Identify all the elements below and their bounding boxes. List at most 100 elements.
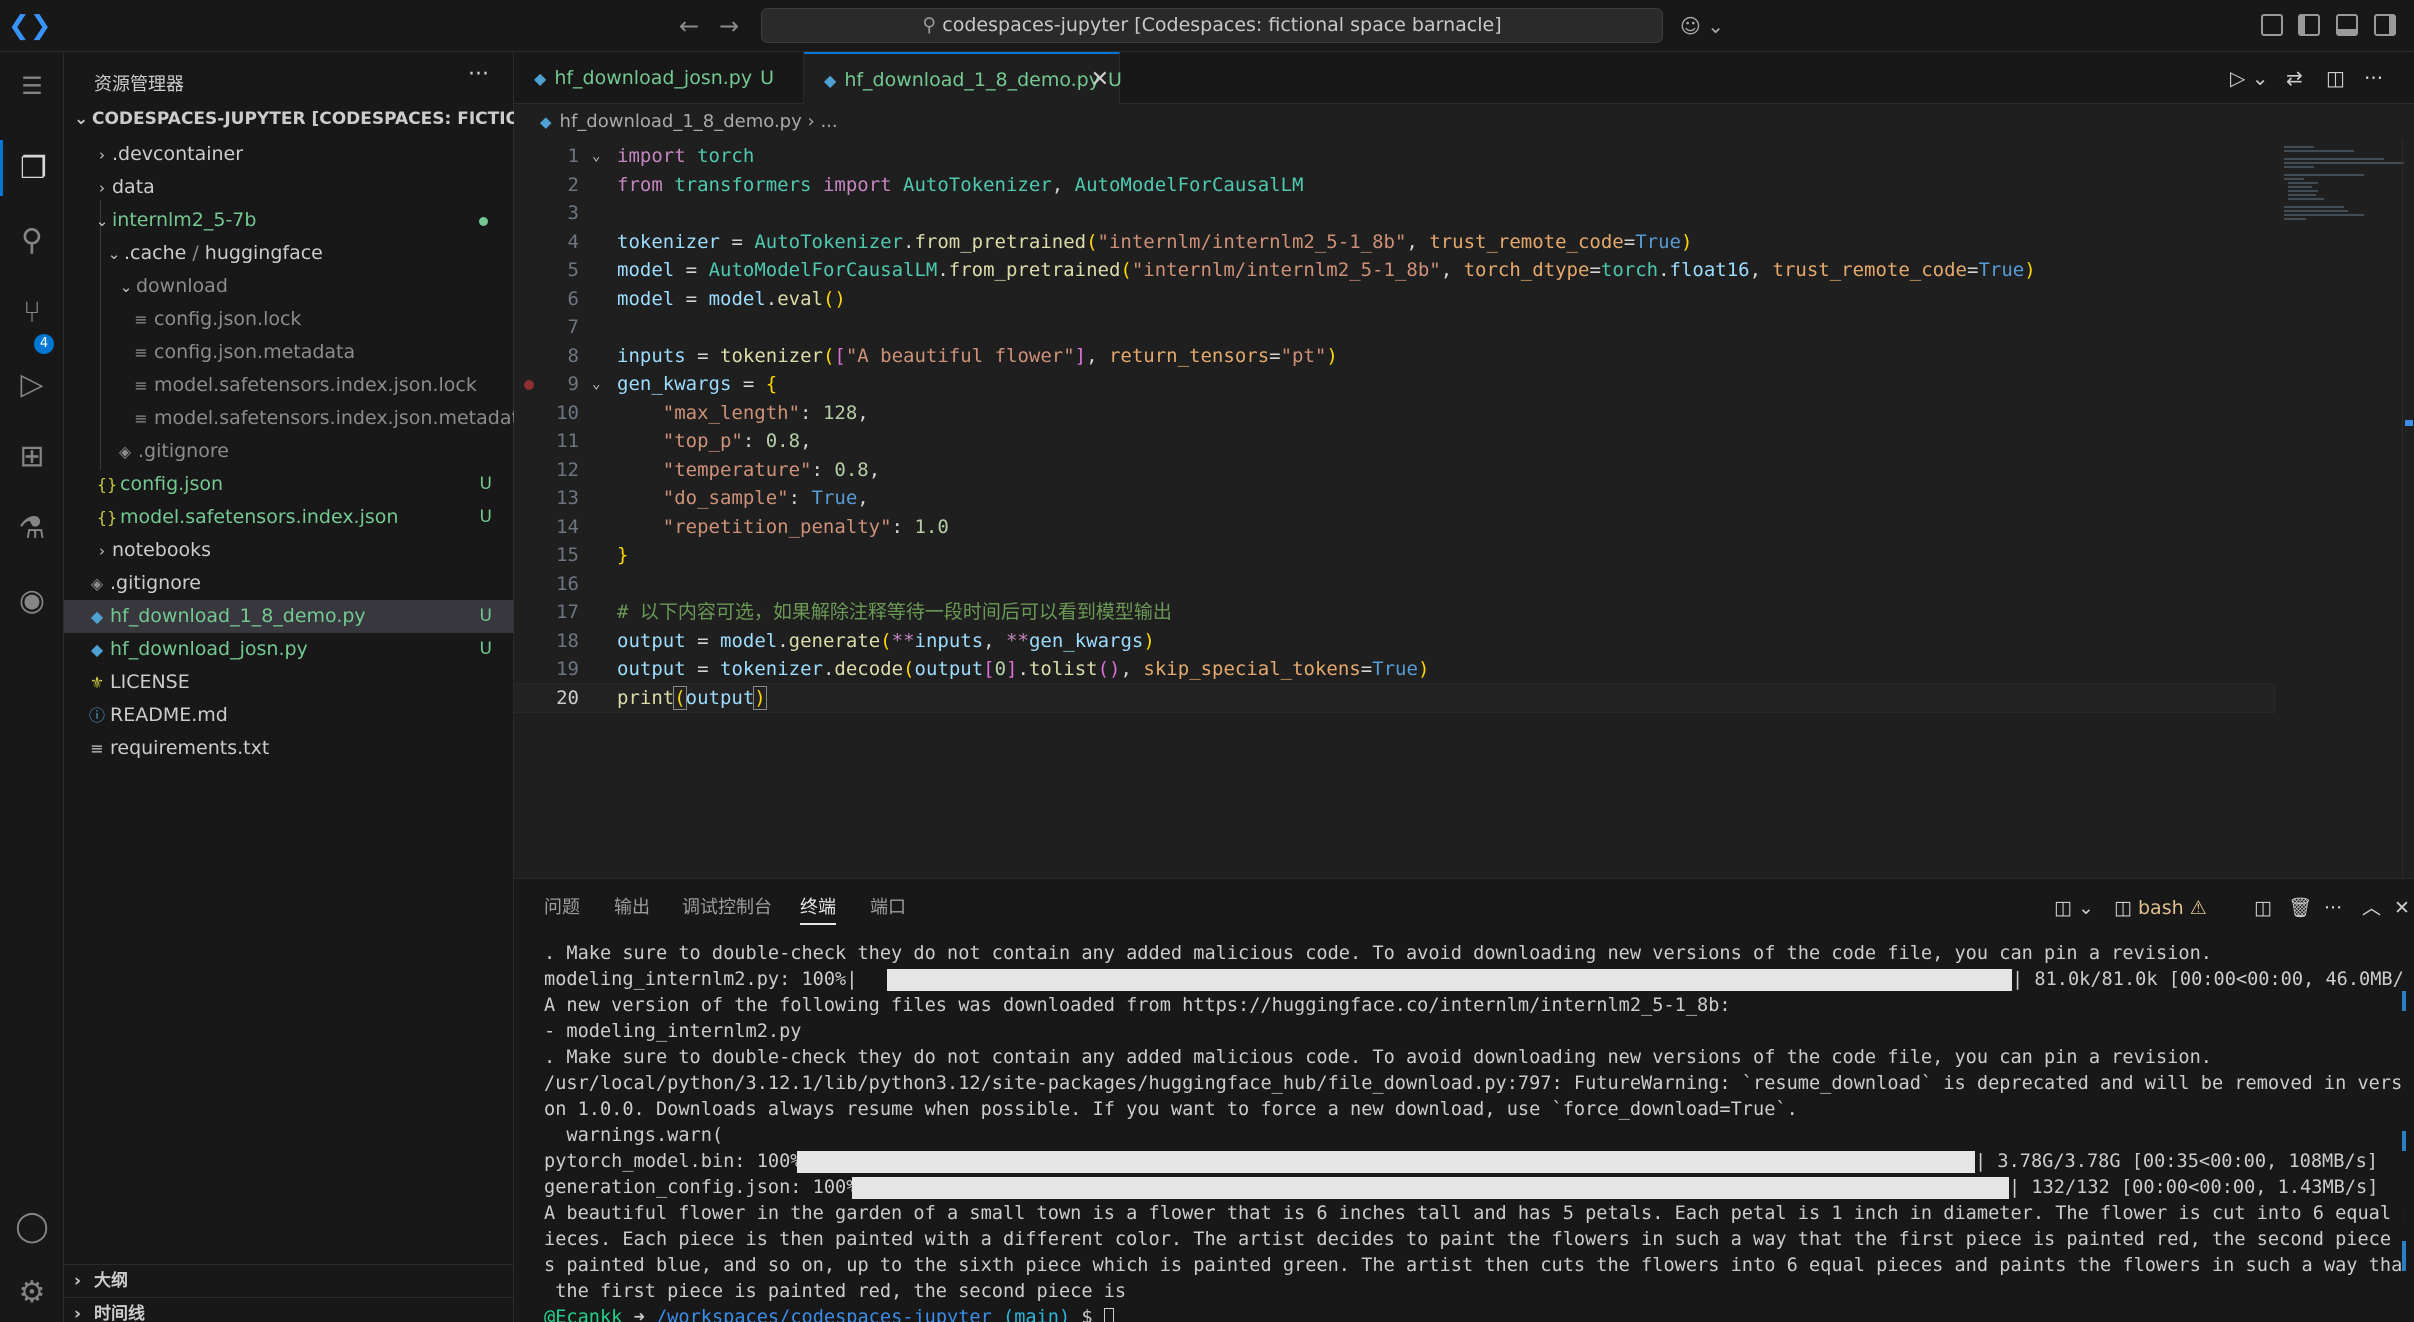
command-center-search[interactable]: ⚲ codespaces-jupyter [Codespaces: fiction… bbox=[761, 8, 1663, 43]
tree-item-cache-gitignore[interactable]: ◈ .gitignore bbox=[64, 435, 514, 468]
tree-item-devcontainer[interactable]: › .devcontainer bbox=[64, 138, 514, 171]
tree-item-config-json[interactable]: {} config.json U bbox=[64, 468, 514, 501]
line-number: 14 bbox=[556, 515, 579, 538]
toggle-sidebar-icon[interactable] bbox=[2298, 14, 2320, 36]
untracked-status: U bbox=[479, 474, 492, 494]
tab-output[interactable]: 输出 bbox=[614, 891, 650, 925]
copilot-icon[interactable]: ☺ ⌄ bbox=[1680, 12, 1728, 40]
customize-layout-icon[interactable] bbox=[2261, 14, 2283, 36]
breadcrumb[interactable]: ◆ hf_download_1_8_demo.py › ... bbox=[514, 104, 2414, 140]
terminal-output[interactable]: . Make sure to double-check they do not … bbox=[544, 941, 2404, 1322]
tab-hf-download-josn[interactable]: ◆ hf_download_josn.py U bbox=[514, 52, 804, 104]
back-arrow-icon[interactable]: ← bbox=[676, 12, 702, 40]
timeline-section[interactable]: › 时间线 bbox=[64, 1297, 514, 1322]
tab-terminal[interactable]: 终端 bbox=[800, 891, 836, 925]
toggle-panel-icon[interactable] bbox=[2336, 14, 2358, 36]
forward-arrow-icon[interactable]: → bbox=[716, 12, 742, 40]
code-token: gen_kwargs bbox=[1028, 629, 1144, 652]
new-terminal-layout-icon[interactable]: ◫ ⌄ bbox=[2054, 893, 2094, 923]
tree-item-hf-download-demo[interactable]: ◆ hf_download_1_8_demo.py U bbox=[64, 600, 514, 633]
bottom-panel: 问题 输出 调试控制台 终端 端口 ◫ ⌄ ◫ bash ⚠ ◫ 🗑 ··· ︿… bbox=[514, 878, 2414, 1322]
breadcrumb-separator: › bbox=[807, 111, 815, 132]
tree-item-notebooks[interactable]: › notebooks bbox=[64, 534, 514, 567]
breadcrumb-file[interactable]: hf_download_1_8_demo.py bbox=[560, 111, 802, 132]
more-actions-icon[interactable]: ··· bbox=[2324, 893, 2342, 923]
split-editor-icon[interactable]: ◫ bbox=[2326, 66, 2345, 90]
code-token: AutoTokenizer bbox=[754, 230, 904, 253]
terminal-line: . Make sure to double-check they do not … bbox=[544, 1047, 2212, 1068]
tree-item-safetensors-lock[interactable]: ≡ model.safetensors.index.json.lock bbox=[64, 369, 514, 402]
tree-item-requirements[interactable]: ≡ requirements.txt bbox=[64, 732, 514, 765]
account-icon[interactable]: ◯ bbox=[0, 1198, 64, 1254]
tree-item-safetensors-index[interactable]: {} model.safetensors.index.json U bbox=[64, 501, 514, 534]
toggle-secondary-sidebar-icon[interactable] bbox=[2374, 14, 2396, 36]
code-token: from_pretrained bbox=[948, 259, 1121, 281]
chevron-down-icon: ⌄ bbox=[107, 245, 121, 263]
tree-item-gitignore[interactable]: ◈ .gitignore bbox=[64, 567, 514, 600]
tab-ports[interactable]: 端口 bbox=[870, 891, 906, 925]
fold-chevron-icon[interactable]: ⌄ bbox=[592, 142, 600, 171]
testing-icon[interactable]: ⚗ bbox=[0, 500, 64, 556]
tree-item-data[interactable]: › data bbox=[64, 171, 514, 204]
tree-item-hf-download-josn[interactable]: ◆ hf_download_josn.py U bbox=[64, 633, 514, 666]
source-control-icon[interactable]: ⑂ bbox=[0, 284, 64, 340]
terminal-instance-tab[interactable]: ◫ bash ⚠ bbox=[2114, 893, 2207, 923]
fold-chevron-icon[interactable]: ⌄ bbox=[592, 370, 600, 399]
explorer-icon[interactable]: ❐ bbox=[0, 140, 64, 196]
code-token: model bbox=[617, 287, 675, 310]
more-actions-icon[interactable]: ··· bbox=[468, 62, 489, 87]
tree-item-download[interactable]: ⌄ download bbox=[64, 270, 514, 303]
tree-item-readme[interactable]: ⓘ README.md bbox=[64, 699, 514, 732]
tree-item-internlm2[interactable]: ⌄ internlm2_5-7b bbox=[64, 204, 514, 237]
git-diamond-icon: ◈ bbox=[118, 442, 132, 461]
run-debug-icon[interactable]: ▷ bbox=[0, 356, 64, 412]
code-token: True bbox=[1635, 230, 1681, 253]
tab-problems[interactable]: 问题 bbox=[544, 891, 580, 925]
tab-hf-download-demo[interactable]: ◆ hf_download_1_8_demo.py U ✕ bbox=[804, 52, 1122, 106]
minimap-line bbox=[2284, 218, 2306, 220]
terminal-scrollbar[interactable] bbox=[2399, 941, 2411, 1311]
chevron-right-icon: › bbox=[99, 542, 105, 560]
code-token: , bbox=[1051, 173, 1064, 196]
tree-item-label: .devcontainer bbox=[112, 143, 244, 165]
split-terminal-icon[interactable]: ◫ bbox=[2254, 893, 2272, 923]
line-number: 1 bbox=[567, 145, 579, 167]
tab-debug-console[interactable]: 调试控制台 bbox=[682, 891, 772, 925]
maximize-panel-chevron-up-icon[interactable]: ︿ bbox=[2362, 893, 2381, 923]
close-icon[interactable]: ✕ bbox=[1091, 54, 1109, 106]
code-token: tokenizer bbox=[720, 344, 823, 367]
editor-scrollbar[interactable] bbox=[2402, 140, 2414, 878]
tree-item-safetensors-metadata[interactable]: ≡ model.safetensors.index.json.metadata bbox=[64, 402, 530, 435]
warning-icon: ⚠ bbox=[2189, 897, 2207, 919]
progress-stats: | 81.0k/81.0k [00:00<00:00, 46.0MB/s] bbox=[2012, 969, 2404, 990]
menu-icon[interactable]: ☰ bbox=[0, 58, 64, 114]
github-icon[interactable]: ◉ bbox=[0, 572, 64, 628]
minimap-line bbox=[2284, 206, 2344, 208]
json-braces-icon: {} bbox=[96, 508, 118, 527]
download-progress-bar bbox=[797, 1151, 1975, 1173]
code-editor[interactable]: 1 ⌄ import torch 2 from transformers import… bbox=[513, 140, 2414, 878]
extensions-icon[interactable]: ⊞ bbox=[0, 428, 64, 484]
search-icon[interactable]: ⚲ bbox=[0, 212, 64, 268]
minimap[interactable] bbox=[2274, 140, 2404, 878]
tree-item-license[interactable]: ⚜ LICENSE bbox=[64, 666, 514, 699]
open-changes-icon[interactable]: ⇄ bbox=[2286, 66, 2303, 90]
kill-terminal-trash-icon[interactable]: 🗑 bbox=[2288, 893, 2312, 923]
tree-item-config-metadata[interactable]: ≡ config.json.metadata bbox=[64, 336, 514, 369]
tree-item-config-lock[interactable]: ≡ config.json.lock bbox=[64, 303, 514, 336]
close-panel-icon[interactable]: ✕ bbox=[2394, 893, 2410, 923]
outline-section[interactable]: › 大纲 bbox=[64, 1264, 514, 1297]
json-braces-icon: {} bbox=[96, 475, 118, 494]
code-token: return_tensors bbox=[1108, 344, 1270, 367]
tree-item-cache-huggingface[interactable]: ⌄ .cache / huggingface bbox=[64, 237, 514, 270]
settings-gear-icon[interactable]: ⚙ bbox=[0, 1264, 64, 1320]
minimap-line bbox=[2288, 198, 2324, 200]
code-line: 17 # 以下内容可选，如果解除注释等待一段时间后可以看到模型输出 bbox=[514, 598, 2274, 627]
more-actions-icon[interactable]: ··· bbox=[2364, 66, 2383, 90]
line-number: 13 bbox=[556, 487, 579, 509]
breadcrumb-symbols[interactable]: ... bbox=[820, 111, 837, 132]
tree-item-label: model.safetensors.index.json bbox=[120, 506, 399, 528]
workspace-root-folder[interactable]: ⌄CODESPACES-JUPYTER [CODESPACES: FICTION… bbox=[64, 104, 514, 134]
run-file-icon[interactable]: ▷ ⌄ bbox=[2230, 66, 2269, 90]
minimap-line bbox=[2284, 210, 2348, 212]
